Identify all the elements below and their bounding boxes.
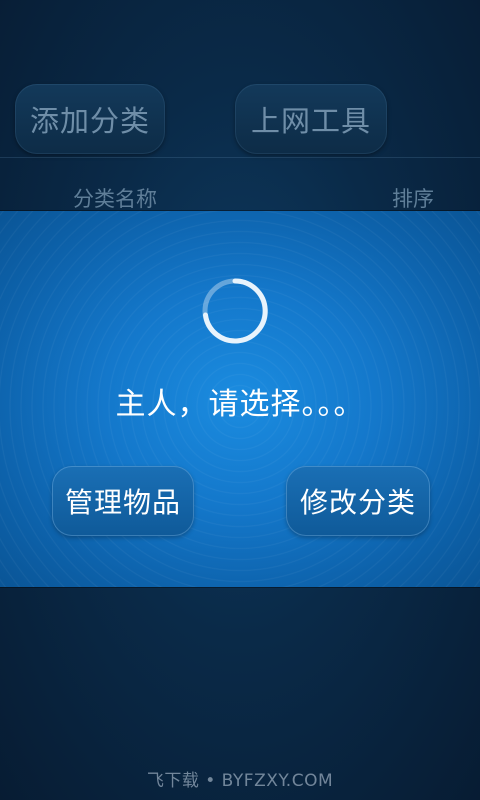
dialog-message: 主人，请选择。。。 (115, 387, 365, 422)
watermark: 飞下载 • BYFZXY.COM (146, 771, 334, 791)
column-header-category-name: 分类名称 (73, 187, 157, 211)
edit-category-button[interactable]: 修改分类 (286, 466, 430, 536)
net-tools-button[interactable]: 上网工具 (235, 84, 387, 154)
choice-dialog: 主人，请选择。。。 管理物品 修改分类 (0, 211, 480, 587)
manage-items-button[interactable]: 管理物品 (52, 466, 194, 536)
column-header-sort: 排序 (392, 187, 434, 211)
add-category-button[interactable]: 添加分类 (15, 84, 165, 154)
loading-spinner-icon (202, 278, 268, 344)
header-divider (0, 157, 480, 158)
